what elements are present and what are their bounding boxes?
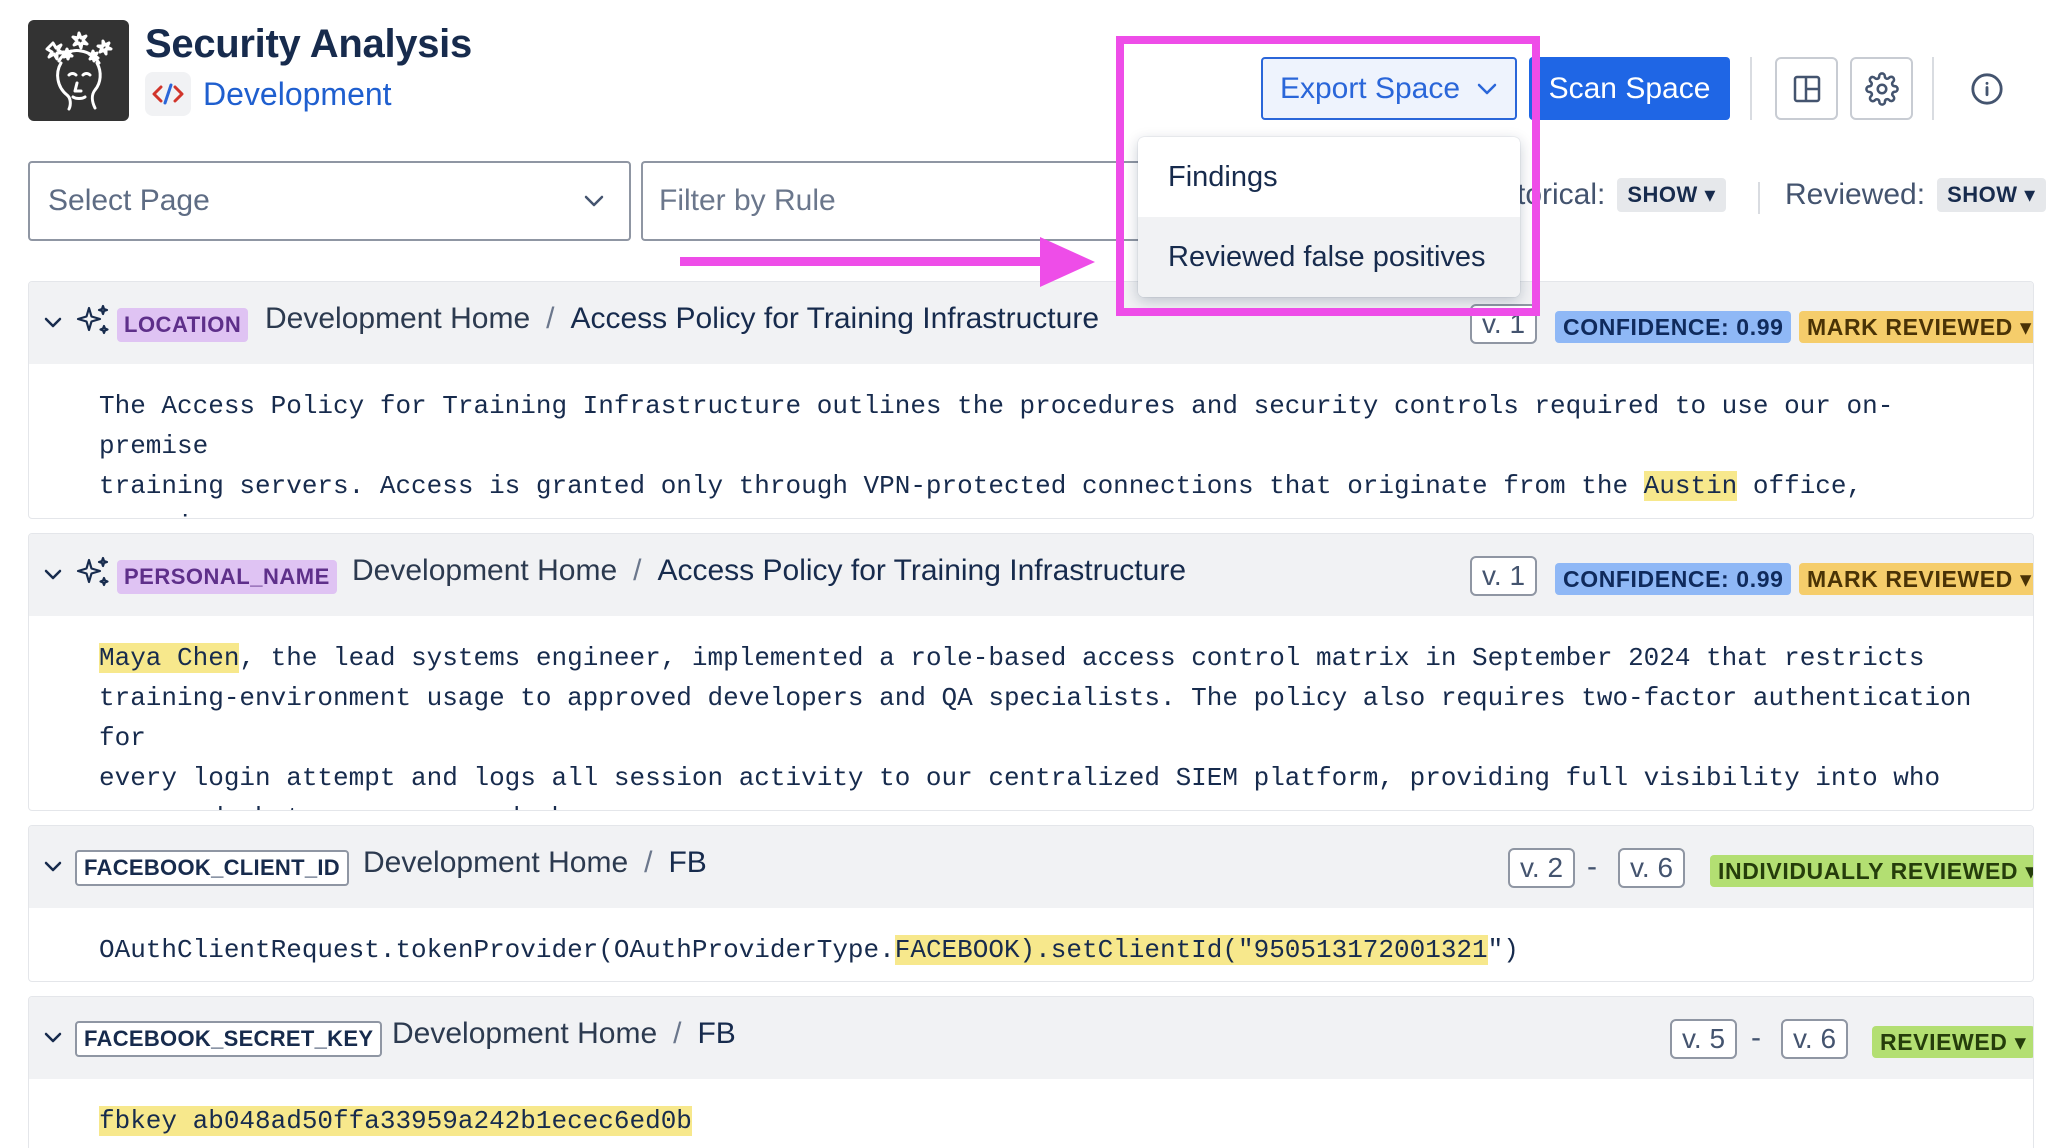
finding-card: FACEBOOK_CLIENT_ID Development Home / FB v… <box>28 825 2034 982</box>
toolbar-divider <box>1750 57 1752 120</box>
finding-snippet: The Access Policy for Training Infrastru… <box>99 391 1894 518</box>
filter-rule-placeholder: Filter by Rule <box>659 184 836 217</box>
code-icon <box>145 72 191 116</box>
finding-header[interactable]: FACEBOOK_SECRET_KEY Development Home / FB … <box>29 997 2033 1079</box>
reviewed-label: Reviewed: <box>1785 178 1926 211</box>
confidence-badge: CONFIDENCE: 0.99 <box>1555 311 1792 343</box>
reviewed-show-pill[interactable]: SHOW ▾ <box>1937 178 2046 212</box>
ai-sparkle-icon <box>76 556 109 587</box>
space-name[interactable]: Development <box>203 76 392 113</box>
match-highlight: Maya Chen <box>99 643 240 673</box>
version-to-badge[interactable]: v. 6 <box>1618 848 1686 888</box>
version-range-dash: - <box>1587 850 1597 883</box>
finding-header[interactable]: FACEBOOK_CLIENT_ID Development Home / FB v… <box>29 826 2033 908</box>
settings-button[interactable] <box>1850 57 1913 120</box>
reviewed-toggle[interactable]: Reviewed: SHOW ▾ <box>1785 178 2046 212</box>
finding-header[interactable]: LOCATION Development Home / Access Policy … <box>29 282 2033 364</box>
rule-tag: FACEBOOK_CLIENT_ID <box>75 850 349 886</box>
version-range-dash: - <box>1751 1021 1761 1054</box>
rule-tag: LOCATION <box>117 308 249 342</box>
breadcrumb-page[interactable]: Access Policy for Training Infrastructur… <box>657 554 1186 587</box>
finding-header[interactable]: PERSONAL_NAME Development Home / Access Po… <box>29 534 2033 616</box>
face-with-sparkles-icon <box>45 31 112 110</box>
finding-card: LOCATION Development Home / Access Policy … <box>28 281 2034 519</box>
chevron-down-icon <box>584 195 604 207</box>
space-link[interactable]: Development <box>145 72 392 116</box>
breadcrumb: Development Home / Access Policy for Train… <box>352 554 1186 587</box>
breadcrumb: Development Home / Access Policy for Train… <box>265 302 1099 335</box>
filter-divider <box>1758 182 1760 214</box>
layout-columns-icon <box>1793 75 1820 102</box>
breadcrumb: Development Home / FB <box>392 1017 736 1050</box>
rule-tag: PERSONAL_NAME <box>117 560 337 594</box>
historical-show-pill[interactable]: SHOW ▾ <box>1617 178 1726 212</box>
breadcrumb-page[interactable]: FB <box>668 846 706 879</box>
mark-reviewed-button[interactable]: MARK REVIEWED ▾ <box>1799 311 2033 343</box>
layout-button[interactable] <box>1775 57 1838 120</box>
breadcrumb-page[interactable]: Access Policy for Training Infrastructur… <box>570 302 1099 335</box>
annotation-arrow-icon <box>680 237 1095 287</box>
version-from-badge[interactable]: v. 2 <box>1508 848 1576 888</box>
breadcrumb-page[interactable]: FB <box>697 1017 735 1050</box>
chevron-down-icon[interactable] <box>41 310 65 334</box>
breadcrumb-space[interactable]: Development Home <box>265 302 530 335</box>
info-button[interactable] <box>1955 57 2018 120</box>
app-title: Security Analysis <box>145 22 472 66</box>
version-from-badge[interactable]: v. 5 <box>1670 1019 1738 1059</box>
match-highlight: FACEBOOK).setClientId("950513172001321 <box>894 935 1488 965</box>
app-logo <box>28 20 129 121</box>
filter-by-rule-input[interactable]: Filter by Rule <box>641 161 1161 241</box>
ai-sparkle-icon <box>76 304 109 335</box>
breadcrumb-space[interactable]: Development Home <box>363 846 628 879</box>
reviewed-button[interactable]: REVIEWED ▾ <box>1872 1026 2033 1058</box>
breadcrumb: Development Home / FB <box>363 846 707 879</box>
annotation-highlight-box <box>1116 36 1540 316</box>
mark-reviewed-button[interactable]: MARK REVIEWED ▾ <box>1799 563 2033 595</box>
finding-snippet: OAuthClientRequest.tokenProvider(OAuthPr… <box>99 935 1519 965</box>
finding-snippet: Maya Chen, the lead systems engineer, im… <box>99 643 1972 810</box>
finding-card: FACEBOOK_SECRET_KEY Development Home / FB … <box>28 996 2034 1148</box>
version-to-badge[interactable]: v. 6 <box>1781 1019 1849 1059</box>
rule-tag: FACEBOOK_SECRET_KEY <box>75 1021 383 1057</box>
match-highlight: Austin <box>1643 471 1738 501</box>
select-page-dropdown[interactable]: Select Page <box>28 161 631 241</box>
breadcrumb-space[interactable]: Development Home <box>392 1017 657 1050</box>
finding-snippet: fbkey ab048ad50ffa33959a242b1ecec6ed0b <box>29 1079 2033 1148</box>
chevron-down-icon[interactable] <box>41 1025 65 1049</box>
confidence-badge: CONFIDENCE: 0.99 <box>1555 563 1792 595</box>
match-highlight: fbkey ab048ad50ffa33959a242b1ecec6ed0b <box>99 1106 692 1136</box>
toolbar-divider <box>1932 57 1934 120</box>
version-badge[interactable]: v. 1 <box>1470 556 1538 596</box>
info-icon <box>1970 72 2003 105</box>
breadcrumb-space[interactable]: Development Home <box>352 554 617 587</box>
finding-card: PERSONAL_NAME Development Home / Access Po… <box>28 533 2034 811</box>
individually-reviewed-button[interactable]: INDIVIDUALLY REVIEWED ▾ <box>1710 855 2033 887</box>
gear-icon <box>1864 71 1899 106</box>
select-page-placeholder: Select Page <box>48 184 210 217</box>
chevron-down-icon[interactable] <box>41 562 65 586</box>
chevron-down-icon[interactable] <box>41 854 65 878</box>
scan-space-button[interactable]: Scan Space <box>1529 57 1730 120</box>
